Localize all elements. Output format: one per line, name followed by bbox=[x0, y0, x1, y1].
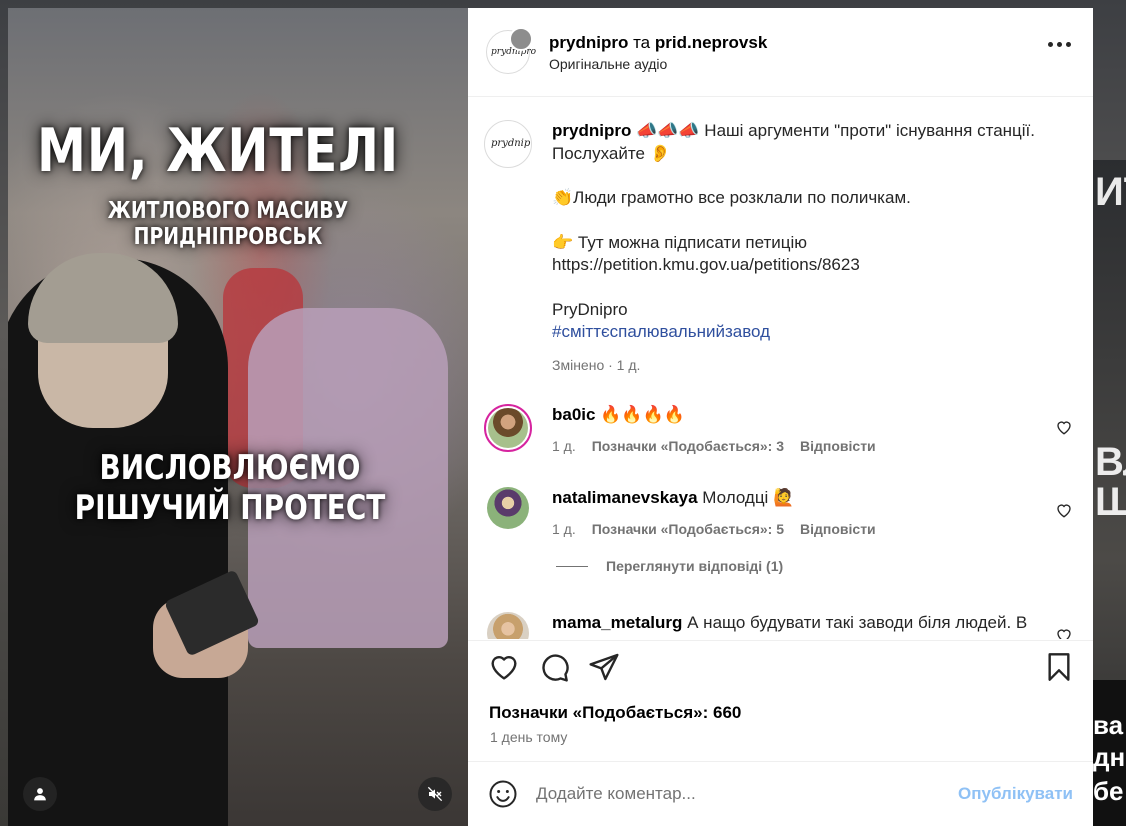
next-post-preview[interactable]: ИТ ВЛ Ш ва дні бе bbox=[1093, 160, 1126, 826]
preview-text-1: ИТ bbox=[1095, 170, 1126, 214]
commenter-avatar[interactable] bbox=[484, 404, 532, 452]
user-icon bbox=[34, 788, 46, 801]
add-comment-bar: Опублікувати bbox=[468, 761, 1093, 826]
like-comment-heart-icon[interactable] bbox=[1055, 626, 1073, 639]
commenter-avatar[interactable] bbox=[487, 487, 529, 529]
preview-text-4: ва bbox=[1093, 710, 1124, 740]
view-replies-button[interactable]: Переглянути відповіді (1) bbox=[556, 558, 783, 574]
comment-likes-count[interactable]: Позначки «Подобається»: 5 bbox=[592, 521, 784, 537]
share-paper-plane-icon[interactable] bbox=[588, 651, 620, 683]
video-subtitle: ЖИТЛОВОГО МАСИВУ ПРИДНІПРОВСЬК bbox=[107, 198, 349, 250]
save-bookmark-icon[interactable] bbox=[1043, 651, 1075, 683]
comment-age: 1 д. bbox=[552, 437, 576, 454]
like-comment-heart-icon[interactable] bbox=[1055, 501, 1073, 519]
comment-text: А нащо будувати такі заводи біля людей. … bbox=[687, 613, 1028, 632]
collab-username[interactable]: prid.neprovsk bbox=[655, 33, 767, 52]
caption-line-2: 👏Люди грамотно все розклали по поличкам. bbox=[552, 188, 911, 207]
comment-text: 🔥🔥🔥🔥 bbox=[600, 405, 685, 424]
caption-username[interactable]: prydnipro bbox=[552, 121, 631, 140]
preview-text-6: бе bbox=[1093, 776, 1124, 806]
hashtag-link[interactable]: #сміттєспалювальнийзавод bbox=[552, 321, 1037, 344]
petition-link[interactable]: https://petition.kmu.gov.ua/petitions/86… bbox=[552, 254, 1037, 277]
caption-line-3: 👉 Тут можна підписати петицію bbox=[552, 232, 808, 252]
preview-text-2: ВЛ bbox=[1095, 440, 1126, 484]
caption-avatar[interactable]: prydnipro bbox=[484, 120, 532, 168]
publish-button[interactable]: Опублікувати bbox=[958, 784, 1073, 804]
post-header: prydnipro prydnipro та prid.neprovsk Ори… bbox=[468, 8, 1093, 97]
post-likes-count[interactable]: Позначки «Подобається»: 660 bbox=[489, 703, 741, 723]
video-protest-text: ВИСЛОВЛЮЄМО РІШУЧИЙ ПРОТЕСТ bbox=[74, 448, 386, 528]
post-actions: Позначки «Подобається»: 660 1 день тому bbox=[468, 640, 1093, 762]
preview-dark-box: ва дні бе bbox=[1093, 680, 1126, 826]
comment-bubble-icon[interactable] bbox=[538, 651, 570, 683]
reply-button[interactable]: Відповісти bbox=[800, 438, 876, 454]
comment-input[interactable] bbox=[536, 784, 959, 804]
comment-text: Молодці 🙋 bbox=[702, 488, 795, 507]
caption-meta: Змінено · 1 д. bbox=[552, 356, 641, 373]
muted-speaker-icon bbox=[427, 786, 443, 802]
caption-signature: PryDnipro bbox=[552, 299, 628, 319]
like-comment-heart-icon[interactable] bbox=[1055, 418, 1073, 436]
post-video[interactable]: МИ, ЖИТЕЛІ ЖИТЛОВОГО МАСИВУ ПРИДНІПРОВСЬ… bbox=[8, 8, 468, 826]
commenter-avatar[interactable] bbox=[487, 612, 529, 639]
commenter-username[interactable]: mama_metalurg bbox=[552, 613, 682, 632]
original-audio-link[interactable]: Оригінальне аудіо bbox=[549, 56, 767, 72]
more-options-button[interactable] bbox=[1048, 42, 1071, 47]
post-side-panel: prydnipro prydnipro та prid.neprovsk Ори… bbox=[468, 8, 1093, 826]
tagged-users-button[interactable] bbox=[23, 777, 57, 811]
post-timestamp[interactable]: 1 день тому bbox=[490, 729, 567, 745]
commenter-username[interactable]: ba0ic bbox=[552, 405, 595, 424]
preview-text-3: Ш bbox=[1095, 480, 1126, 524]
mute-button[interactable] bbox=[418, 777, 452, 811]
comment-likes-count[interactable]: Позначки «Подобається»: 3 bbox=[592, 438, 784, 454]
commenter-username[interactable]: natalimanevskaya bbox=[552, 488, 698, 507]
emoji-icon[interactable] bbox=[488, 779, 518, 809]
reply-button[interactable]: Відповісти bbox=[800, 521, 876, 537]
author-avatar[interactable]: prydnipro bbox=[486, 27, 536, 74]
preview-text-5: дні bbox=[1093, 742, 1126, 772]
comments-list[interactable]: prydnipro prydnipro 📣📣📣 Наші аргументи "… bbox=[468, 98, 1093, 639]
video-title: МИ, ЖИТЕЛІ bbox=[37, 116, 399, 186]
like-heart-icon[interactable] bbox=[488, 651, 520, 683]
comment-age: 1 д. bbox=[552, 520, 576, 537]
collab-avatar[interactable] bbox=[509, 27, 533, 51]
author-username[interactable]: prydnipro bbox=[549, 33, 628, 52]
